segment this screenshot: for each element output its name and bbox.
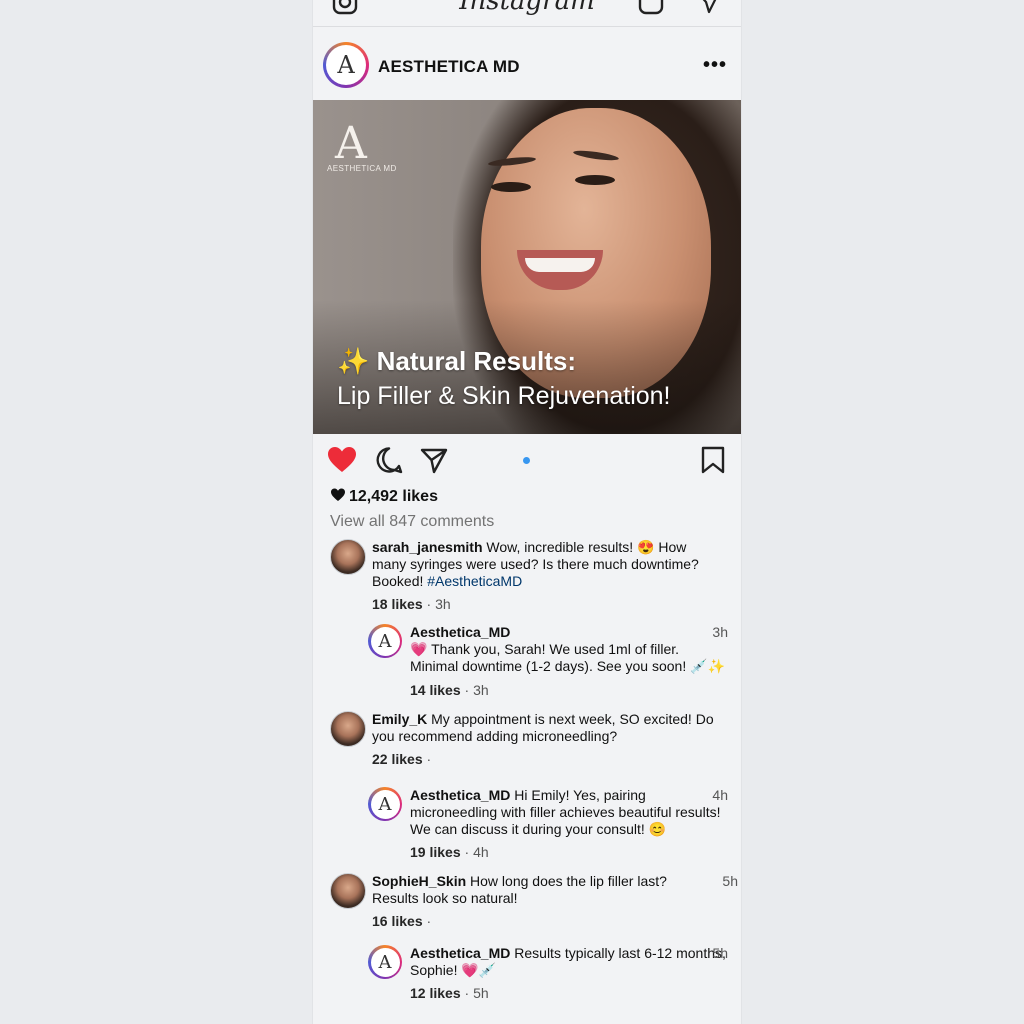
reply-body: 💗 Thank you, Sarah! We used 1ml of fille… [410,641,725,674]
commenter-avatar[interactable] [330,873,366,909]
top-bar: Instagram [313,0,741,27]
action-bar [313,446,741,478]
reply-item: A Aesthetica_MD 💗 Thank you, Sarah! We us… [368,624,740,704]
reply-username[interactable]: Aesthetica_MD [410,624,510,640]
reply-likes[interactable]: 14 likes [410,682,461,698]
small-heart-icon [331,488,345,501]
comment-meta: 18 likes · 3h [372,596,451,612]
avatar-letter: A [326,45,366,85]
comment-item: sarah_janesmith Wow, incredible results!… [330,539,741,619]
image-logo-mark: A [335,118,367,169]
instagram-wordmark: Instagram [459,0,595,16]
direct-icon[interactable] [695,0,721,19]
view-all-comments-link[interactable]: View all 847 comments [330,513,494,531]
reply-avatar-letter: A [370,626,400,656]
post-header: A AESTHETICA MD ••• [313,36,741,100]
reply-avatar-letter: A [370,789,400,819]
comment-meta: 16 likes · [372,913,432,929]
likes-count[interactable]: 12,492 likes [330,488,438,506]
reply-avatar-letter: A [370,947,400,977]
comment-time: 5h [722,873,738,889]
commenter-avatar[interactable] [330,711,366,747]
igtv-icon[interactable] [637,0,665,21]
reply-text: Aesthetica_MD Hi Emily! Yes, pairing mic… [410,787,730,838]
account-name[interactable]: AESTHETICA MD [378,57,520,77]
reply-time: 3h [712,624,728,640]
commenter-avatar[interactable] [330,539,366,575]
bookmark-icon[interactable] [700,446,726,479]
reply-username[interactable]: Aesthetica_MD [410,945,510,961]
reply-item: A Aesthetica_MD Hi Emily! Yes, pairing m… [368,787,740,867]
reply-item: A Aesthetica_MD Results typically last 6… [368,945,740,1005]
reply-avatar[interactable]: A [368,787,402,821]
reply-time: 4h [712,787,728,803]
reply-time: 5h [712,945,728,961]
comment-likes[interactable]: 22 likes [372,751,423,767]
reply-meta-time: 5h [473,985,489,1001]
reply-meta: 14 likes · 3h [410,682,489,698]
reply-meta: 12 likes · 5h [410,985,489,1001]
reply-text: Aesthetica_MD 💗 Thank you, Sarah! We used… [410,624,730,675]
comment-item: Emily_K My appointment is next week, SO … [330,711,741,771]
comment-item: SophieH_Skin How long does the lip fille… [330,873,741,933]
comment-text: SophieH_Skin How long does the lip fille… [372,873,717,907]
eye-left [491,182,531,192]
image-headline: ✨ Natural Results: [337,346,576,376]
reply-avatar[interactable]: A [368,624,402,658]
reply-meta: 19 likes · 4h [410,844,489,860]
post-image[interactable]: A AESTHETICA MD ✨ Natural Results: Lip F… [313,100,741,434]
reply-likes[interactable]: 12 likes [410,985,461,1001]
comment-likes[interactable]: 18 likes [372,596,423,612]
comment-username[interactable]: sarah_janesmith [372,539,483,555]
reply-avatar[interactable]: A [368,945,402,979]
reply-meta-time: 4h [473,844,489,860]
share-icon[interactable] [420,446,448,479]
reply-username[interactable]: Aesthetica_MD [410,787,510,803]
comment-text: Emily_K My appointment is next week, SO … [372,711,717,745]
eye-right [575,175,615,185]
image-logo-text: AESTHETICA MD [327,164,397,173]
comment-username[interactable]: SophieH_Skin [372,873,466,889]
reply-meta-time: 3h [473,682,489,698]
comment-likes[interactable]: 16 likes [372,913,423,929]
image-subline: Lip Filler & Skin Rejuvenation! [337,382,671,410]
likes-text: 12,492 likes [349,488,438,505]
heart-icon[interactable] [327,446,357,479]
carousel-dot [523,457,530,464]
comment-time: 3h [435,596,451,612]
reply-text: Aesthetica_MD Results typically last 6-1… [410,945,730,979]
reply-likes[interactable]: 19 likes [410,844,461,860]
comment-username[interactable]: Emily_K [372,711,427,727]
comment-meta: 22 likes · [372,751,432,767]
comment-icon[interactable] [375,446,403,479]
more-icon[interactable]: ••• [703,54,727,77]
account-avatar[interactable]: A [323,42,369,88]
phone-frame: Instagram A AESTHETICA MD ••• A AESTHETI… [313,0,741,1024]
comment-text: sarah_janesmith Wow, incredible results!… [372,539,717,590]
hashtag-link[interactable]: #AestheticaMD [427,573,522,589]
teeth [525,258,595,272]
